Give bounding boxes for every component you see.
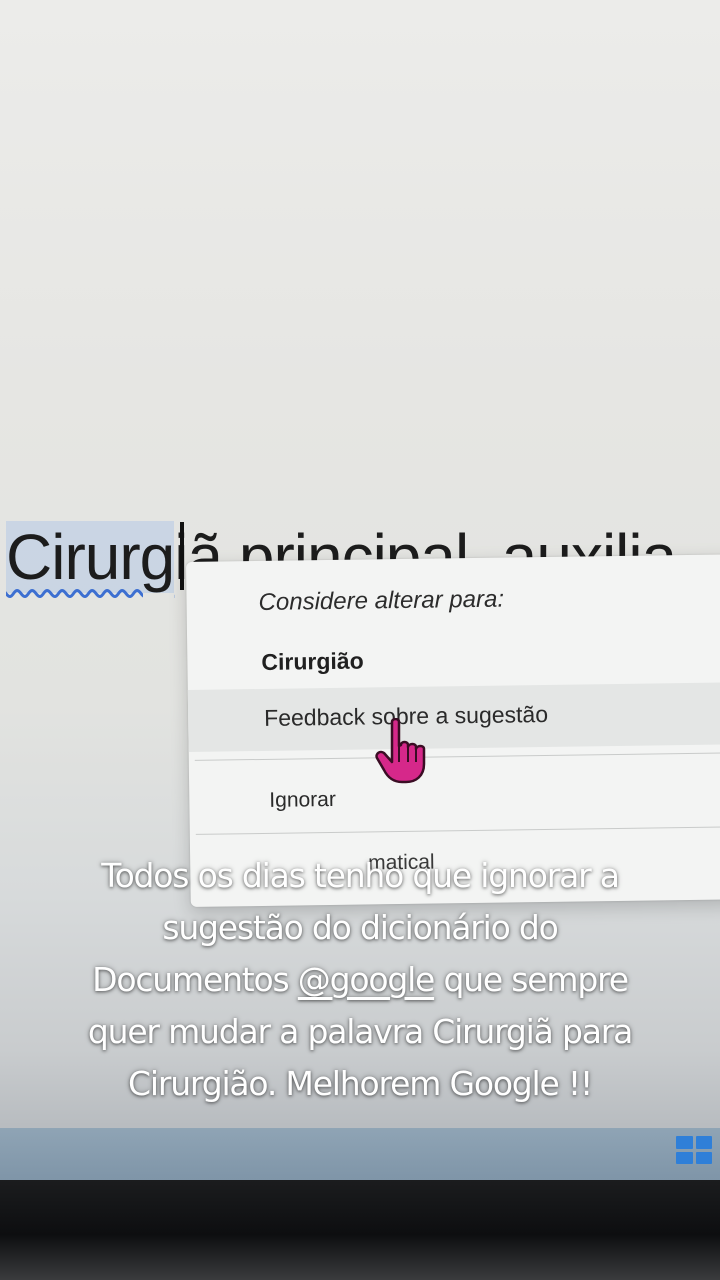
caption-line: Documentos @google que sempre xyxy=(30,954,690,1006)
menu-divider xyxy=(194,752,720,761)
caption-line: Todos os dias tenho que ignorar a xyxy=(101,856,620,895)
caption-line: quer mudar a palavra Cirurgiã para xyxy=(87,1012,633,1051)
google-mention-link[interactable]: @google xyxy=(298,960,436,999)
ignore-item[interactable]: Ignorar xyxy=(269,788,336,813)
feedback-item[interactable]: Feedback sobre a sugestão xyxy=(187,682,720,752)
story-caption: Todos os dias tenho que ignorar a sugest… xyxy=(30,850,690,1110)
caption-text: que sempre xyxy=(434,960,629,999)
menu-divider xyxy=(195,826,720,835)
hand-pointer-icon xyxy=(375,718,426,784)
caption-line: sugestão do dicionário do xyxy=(162,908,559,947)
suggestion-item[interactable]: Cirurgião xyxy=(261,648,364,676)
caption-text: Documentos xyxy=(92,960,298,999)
text-cursor xyxy=(180,522,184,590)
misspelled-word[interactable]: Cirurg xyxy=(6,521,175,593)
monitor-bezel xyxy=(0,1180,720,1280)
caption-line: Cirurgião. Melhorem Google !! xyxy=(128,1064,593,1103)
windows-icon[interactable] xyxy=(676,1136,712,1164)
taskbar xyxy=(0,1128,720,1180)
menu-title: Considere alterar para: xyxy=(258,585,505,616)
